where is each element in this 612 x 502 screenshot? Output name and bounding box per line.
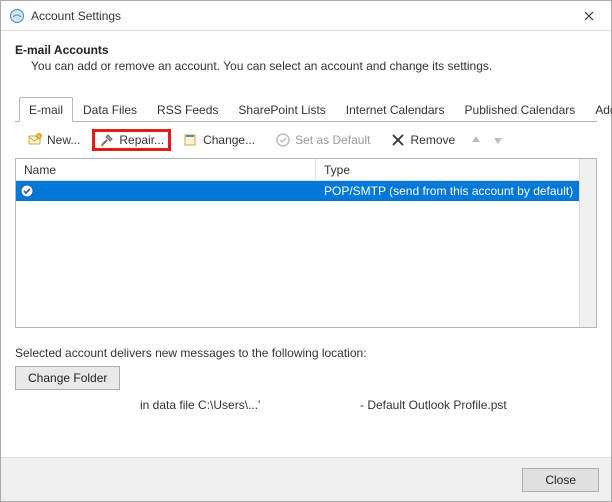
row-type-cell: POP/SMTP (send from this account by defa… [316, 181, 596, 201]
tab-internet-calendars[interactable]: Internet Calendars [336, 97, 455, 121]
change-folder-button[interactable]: Change Folder [15, 366, 120, 390]
toolbar: New... Repair... [15, 122, 597, 158]
row-name-cell [16, 181, 316, 201]
column-header-type[interactable]: Type [316, 159, 596, 180]
dialog-content: E-mail Accounts You can add or remove an… [1, 31, 611, 457]
column-header-name[interactable]: Name [16, 159, 316, 180]
new-button[interactable]: New... [19, 128, 88, 152]
tab-rss-feeds[interactable]: RSS Feeds [147, 97, 228, 121]
default-account-check-icon [20, 184, 34, 198]
remove-label: Remove [410, 133, 455, 147]
section-subheading: You can add or remove an account. You ca… [31, 59, 597, 73]
tab-email[interactable]: E-mail [19, 97, 73, 122]
account-settings-dialog: Account Settings E-mail Accounts You can… [0, 0, 612, 502]
tab-sharepoint-lists[interactable]: SharePoint Lists [228, 97, 335, 121]
remove-icon [390, 132, 406, 148]
delivery-path: in data file C:\Users\...' [140, 398, 360, 412]
list-header: Name Type [16, 159, 596, 181]
delivery-profile: - Default Outlook Profile.pst [360, 398, 507, 412]
change-icon [183, 132, 199, 148]
section-heading: E-mail Accounts [15, 43, 597, 57]
delivery-location-details: in data file C:\Users\...' - Default Out… [15, 398, 597, 412]
tab-address-books[interactable]: Address Books [585, 97, 612, 121]
new-icon [27, 132, 43, 148]
check-circle-icon [275, 132, 291, 148]
dialog-footer: Close [1, 457, 611, 501]
set-default-label: Set as Default [295, 133, 370, 147]
repair-label: Repair... [119, 133, 164, 147]
change-label: Change... [203, 133, 255, 147]
delivery-location-label: Selected account delivers new messages t… [15, 346, 597, 360]
tab-data-files[interactable]: Data Files [73, 97, 147, 121]
move-down-button [489, 131, 507, 149]
remove-button[interactable]: Remove [382, 128, 463, 152]
list-scrollbar[interactable] [579, 159, 596, 327]
repair-button[interactable]: Repair... [92, 129, 171, 151]
change-button[interactable]: Change... [175, 128, 263, 152]
repair-icon [99, 132, 115, 148]
tab-published-calendars[interactable]: Published Calendars [455, 97, 586, 121]
app-icon [9, 8, 25, 24]
window-close-button[interactable] [566, 1, 611, 31]
window-title: Account Settings [31, 9, 566, 23]
titlebar: Account Settings [1, 1, 611, 31]
new-label: New... [47, 133, 80, 147]
set-default-button: Set as Default [267, 128, 378, 152]
account-list[interactable]: Name Type POP/SMTP (send from this ac [15, 158, 597, 328]
list-row[interactable]: POP/SMTP (send from this account by defa… [16, 181, 596, 201]
tab-strip: E-mail Data Files RSS Feeds SharePoint L… [15, 97, 597, 412]
close-button[interactable]: Close [522, 468, 599, 492]
move-up-button [467, 131, 485, 149]
